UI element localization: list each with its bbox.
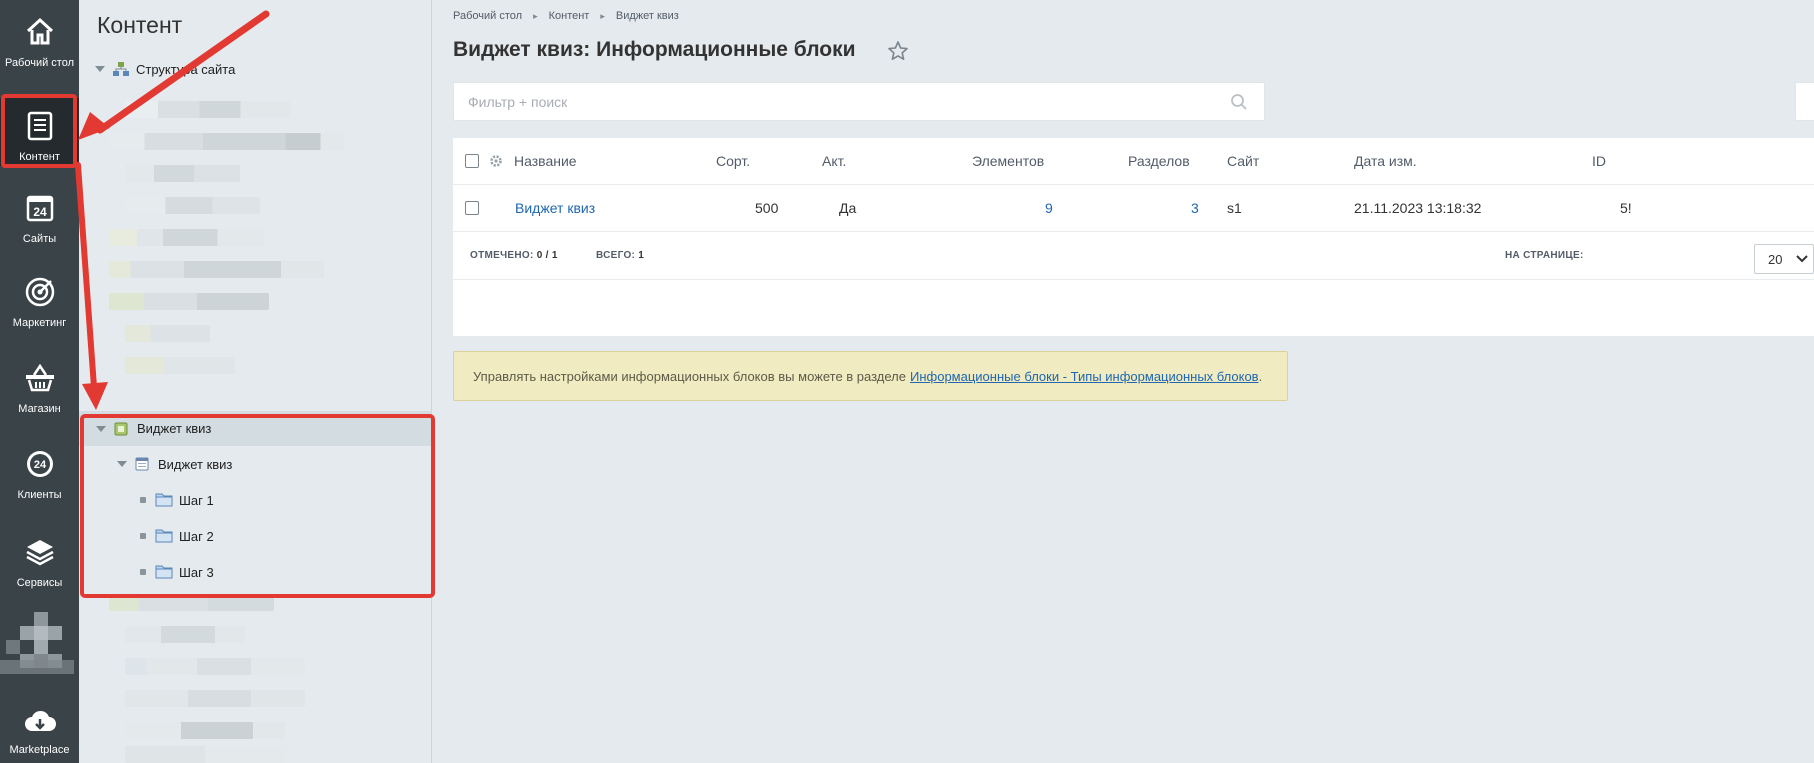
table-row[interactable]: Виджет квиз 500 Да 9 3 s1 21.11.2023 13:… — [453, 185, 1814, 232]
row-checkbox[interactable] — [465, 185, 479, 231]
tree-item-label: Структура сайта — [136, 61, 236, 77]
column-id[interactable]: ID — [1592, 138, 1606, 184]
column-sort[interactable]: Сорт. — [716, 138, 750, 184]
gear-icon[interactable] — [489, 138, 503, 184]
target-icon — [20, 272, 60, 312]
grid-header: Название Сорт. Акт. Элементов Разделов С… — [453, 138, 1814, 185]
iblock-types-link[interactable]: Информационные блоки - Типы информационн… — [910, 369, 1259, 384]
calendar-24-icon: 24 — [20, 188, 60, 228]
settings-button[interactable] — [1795, 82, 1814, 121]
breadcrumb-item[interactable]: Виджет квиз — [616, 10, 679, 22]
menu-item-marketing[interactable]: Маркетинг — [0, 264, 79, 350]
column-sections[interactable]: Разделов — [1128, 138, 1190, 184]
breadcrumb-item[interactable]: Рабочий стол — [453, 10, 522, 22]
chevron-down-icon — [1796, 255, 1809, 263]
svg-text:24: 24 — [33, 459, 46, 471]
column-active[interactable]: Акт. — [822, 138, 846, 184]
page-title: Виджет квиз: Информационные блоки — [453, 38, 856, 61]
main-area: Рабочий стол ▸ Контент ▸ Виджет квиз Вид… — [433, 0, 1814, 763]
per-page-label: НА СТРАНИЦЕ: — [1505, 250, 1584, 261]
select-all-checkbox[interactable] — [465, 138, 479, 184]
menu-item-marketplace[interactable]: Marketplace — [0, 698, 79, 763]
expand-triangle-icon[interactable] — [95, 66, 105, 72]
chevron-right-icon: ▸ — [533, 10, 538, 21]
breadcrumb-item[interactable]: Контент — [549, 10, 590, 22]
info-note: Управлять настройками информационных бло… — [453, 351, 1288, 401]
per-page-select[interactable]: 20 — [1754, 244, 1814, 274]
panel-title: Контент — [97, 12, 183, 38]
sort-value: 500 — [755, 200, 779, 216]
search-icon[interactable] — [1230, 93, 1248, 111]
filter-search-box — [453, 82, 1265, 121]
menu-item-desktop[interactable]: Рабочий стол — [0, 4, 79, 90]
active-value: Да — [839, 200, 857, 216]
left-menu: Рабочий стол Контент 24 Сайты Маркетинг … — [0, 0, 79, 763]
layers-icon — [20, 532, 60, 572]
star-icon[interactable] — [887, 40, 909, 62]
tree-highlight-frame — [80, 414, 435, 598]
site-structure-icon — [112, 61, 130, 77]
content-highlight-frame — [1, 94, 77, 168]
column-name[interactable]: Название — [514, 138, 577, 184]
selected-counter: ОТМЕЧЕНО: 0 / 1 — [470, 250, 558, 261]
iblock-name-link[interactable]: Виджет квиз — [515, 185, 595, 231]
crm-24-icon: 24 — [20, 444, 60, 484]
breadcrumb: Рабочий стол ▸ Контент ▸ Виджет квиз — [453, 10, 679, 22]
menu-item-sites[interactable]: 24 Сайты — [0, 180, 79, 266]
tree-item-site-structure[interactable]: Структура сайта — [79, 52, 431, 86]
id-value: 5! — [1620, 200, 1632, 216]
home-icon — [20, 12, 60, 52]
menu-item-services[interactable]: Сервисы — [0, 524, 79, 610]
site-value: s1 — [1227, 200, 1242, 216]
basket-icon — [20, 358, 60, 398]
grid-footer: ОТМЕЧЕНО: 0 / 1 ВСЕГО: 1 НА СТРАНИЦЕ: 20 — [453, 232, 1814, 280]
menu-item-clients[interactable]: 24 Клиенты — [0, 436, 79, 522]
chevron-right-icon: ▸ — [600, 10, 605, 21]
column-site[interactable]: Сайт — [1227, 138, 1259, 184]
search-input[interactable] — [468, 83, 1208, 120]
iblock-grid: Название Сорт. Акт. Элементов Разделов С… — [453, 138, 1814, 336]
cloud-download-icon — [20, 702, 60, 742]
total-counter: ВСЕГО: 1 — [596, 250, 645, 261]
column-elements[interactable]: Элементов — [972, 138, 1044, 184]
elements-count-link[interactable]: 9 — [1045, 185, 1053, 231]
modified-value: 21.11.2023 13:18:32 — [1354, 200, 1482, 216]
sections-count-link[interactable]: 3 — [1191, 185, 1199, 231]
svg-text:24: 24 — [33, 205, 47, 219]
content-tree-panel: Контент Структура сайта Виджет квиз Видж… — [79, 0, 432, 763]
column-modified[interactable]: Дата изм. — [1354, 138, 1417, 184]
menu-item-shop[interactable]: Магазин — [0, 350, 79, 436]
